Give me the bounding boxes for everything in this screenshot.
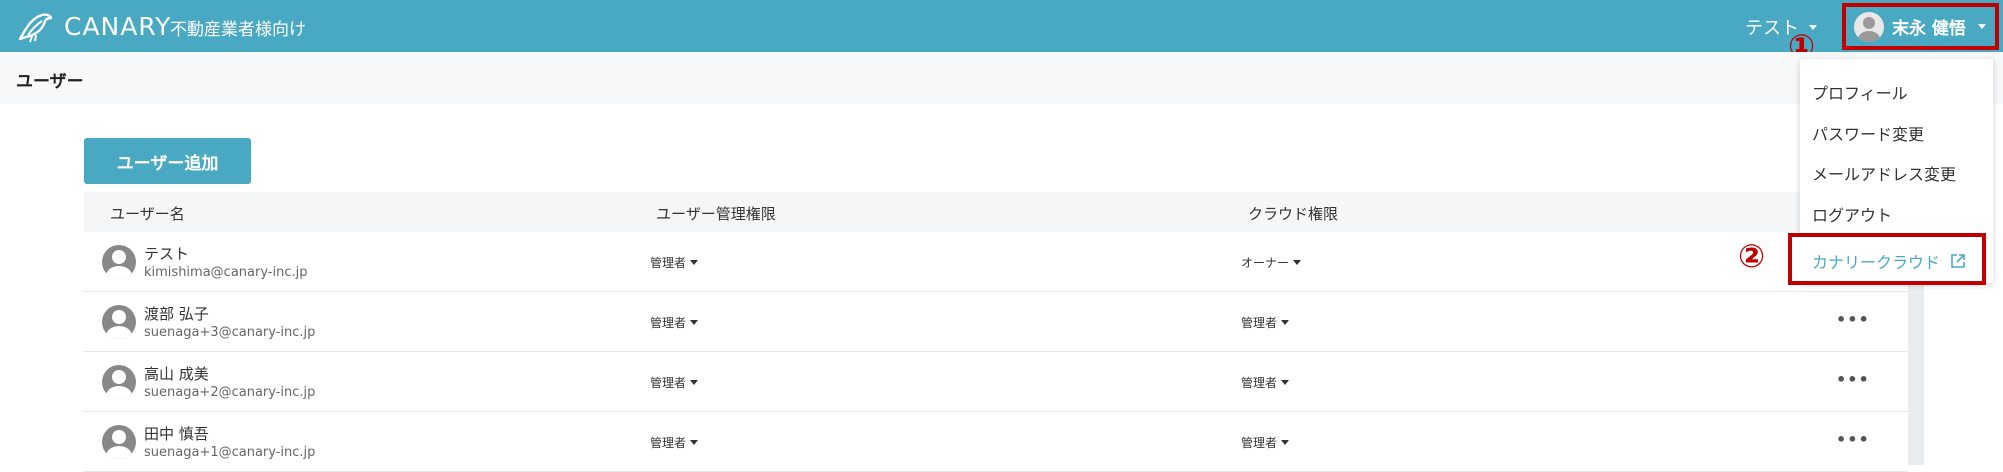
canary-cloud-link[interactable]: カナリークラウド — [1812, 249, 1966, 273]
page-title: ユーザー — [16, 72, 84, 92]
row-user-email: suenaga+1@canary-inc.jp — [144, 445, 316, 460]
canary-cloud-label: カナリークラウド — [1812, 253, 1941, 272]
chevron-down-icon — [1281, 440, 1290, 445]
table-row: 田中 慎吾 suenaga+1@canary-inc.jp 管理者 管理者 ••… — [84, 412, 1908, 472]
cloud-role-label: オーナー — [1241, 256, 1290, 270]
external-link-icon — [1951, 254, 1965, 268]
user-role-dropdown[interactable]: 管理者 — [650, 314, 699, 331]
chevron-down-icon — [1977, 24, 1986, 29]
row-user-name: 田中 慎吾 — [144, 425, 209, 443]
user-avatar-icon — [102, 305, 136, 339]
user-avatar-icon — [102, 365, 136, 399]
menu-item-profile[interactable]: プロフィール — [1812, 80, 1908, 104]
cloud-role-label: 管理者 — [1241, 316, 1278, 330]
menu-item-logout[interactable]: ログアウト — [1812, 202, 1892, 226]
user-avatar-icon — [102, 425, 136, 459]
top-navbar: CANARY 不動産業者様向け テスト 末永 健悟 — [0, 0, 2003, 52]
row-user-name: 高山 成美 — [144, 365, 209, 383]
user-role-label: 管理者 — [650, 376, 687, 390]
chevron-down-icon — [690, 440, 699, 445]
row-more-menu-icon[interactable]: ••• — [1836, 430, 1870, 449]
row-user-email: kimishima@canary-inc.jp — [144, 265, 308, 280]
row-user-email: suenaga+3@canary-inc.jp — [144, 325, 316, 340]
cloud-role-dropdown[interactable]: 管理者 — [1241, 374, 1290, 391]
chevron-down-icon — [1281, 380, 1290, 385]
add-user-button[interactable]: ユーザー追加 — [84, 138, 251, 184]
row-more-menu-icon[interactable]: ••• — [1836, 370, 1870, 389]
table-header: ユーザー名 ユーザー管理権限 クラウド権限 — [84, 192, 1908, 232]
cloud-role-dropdown[interactable]: 管理者 — [1241, 434, 1290, 451]
column-header-cloud-role: クラウド権限 — [1248, 205, 1339, 223]
canary-bird-icon — [18, 13, 53, 43]
user-role-label: 管理者 — [650, 256, 687, 270]
cloud-role-dropdown[interactable]: オーナー — [1241, 254, 1302, 271]
user-role-label: 管理者 — [650, 436, 687, 450]
row-user-name: 渡部 弘子 — [144, 305, 209, 323]
menu-item-canary-cloud[interactable]: カナリークラウド — [1788, 233, 1986, 285]
cloud-role-label: 管理者 — [1241, 376, 1278, 390]
page-header: ユーザー — [0, 52, 2003, 104]
user-name: 末永 健悟 — [1892, 19, 1966, 39]
user-role-dropdown[interactable]: 管理者 — [650, 434, 699, 451]
menu-item-change-email[interactable]: メールアドレス変更 — [1812, 161, 1956, 185]
brand-logo[interactable]: CANARY — [16, 9, 171, 43]
table-row: 渡部 弘子 suenaga+3@canary-inc.jp 管理者 管理者 ••… — [84, 292, 1908, 352]
cloud-role-label: 管理者 — [1241, 436, 1278, 450]
row-more-menu-icon[interactable]: ••• — [1836, 310, 1870, 329]
chevron-down-icon — [690, 320, 699, 325]
chevron-down-icon — [1281, 320, 1290, 325]
user-menu-button[interactable]: 末永 健悟 — [1842, 3, 1999, 50]
column-header-user-name: ユーザー名 — [110, 205, 185, 223]
table-row: テスト kimishima@canary-inc.jp 管理者 オーナー — [84, 232, 1908, 292]
user-avatar-icon — [102, 245, 136, 279]
user-role-dropdown[interactable]: 管理者 — [650, 374, 699, 391]
chevron-down-icon — [690, 380, 699, 385]
brand-name: CANARY — [64, 11, 172, 41]
annotation-marker-2: ② — [1738, 237, 1766, 275]
brand-subtitle: 不動産業者様向け — [170, 20, 306, 40]
column-header-user-role: ユーザー管理権限 — [656, 205, 776, 223]
user-role-label: 管理者 — [650, 316, 687, 330]
user-avatar-icon — [1854, 11, 1884, 42]
chevron-down-icon — [1293, 260, 1302, 265]
chevron-down-icon — [690, 260, 699, 265]
row-user-email: suenaga+2@canary-inc.jp — [144, 385, 316, 400]
row-user-name: テスト — [144, 245, 190, 263]
table-row: 高山 成美 suenaga+2@canary-inc.jp 管理者 管理者 ••… — [84, 352, 1908, 412]
user-dropdown-menu: プロフィール パスワード変更 メールアドレス変更 ログアウト カナリークラウド — [1788, 59, 1993, 285]
cloud-role-dropdown[interactable]: 管理者 — [1241, 314, 1290, 331]
user-role-dropdown[interactable]: 管理者 — [650, 254, 699, 271]
menu-item-change-password[interactable]: パスワード変更 — [1812, 121, 1924, 145]
